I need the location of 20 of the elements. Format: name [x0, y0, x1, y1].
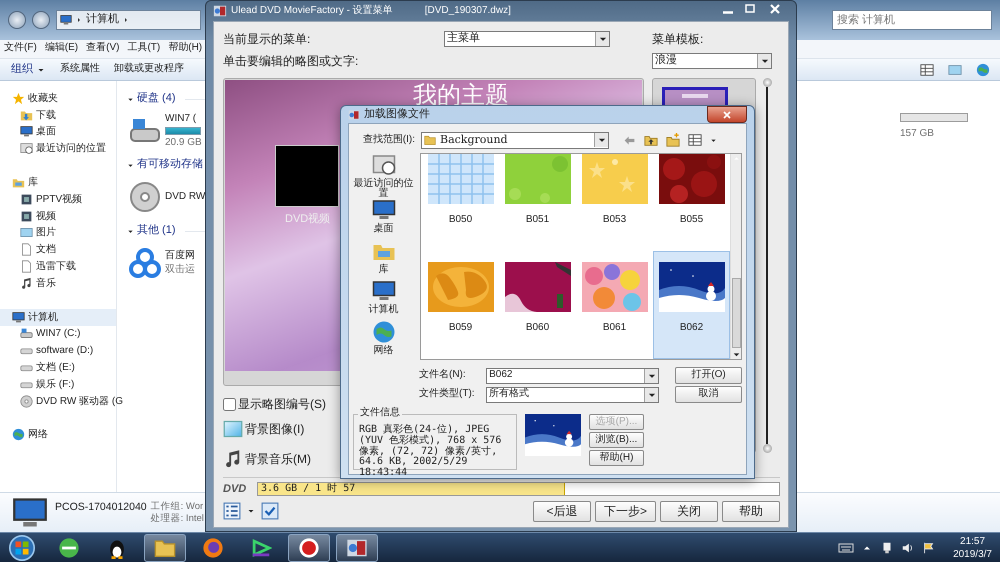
workgroup-text: 工作组: Wor — [150, 500, 204, 512]
processor-text: 处理器: Intel — [150, 512, 204, 524]
file-name: [DVD_190307.dwz] — [424, 4, 511, 18]
group-header: 其他 (1) — [137, 224, 176, 238]
window-title: Ulead DVD MovieFactory - 设置菜单 — [231, 4, 393, 18]
field-label: 文件类型(T): — [419, 388, 476, 401]
drive-size: 157 GB — [900, 128, 935, 140]
field-label: 当前显示的菜单: — [223, 32, 310, 46]
disc-label: DVD — [223, 482, 248, 496]
group-label: 文件信息 — [358, 408, 402, 419]
file-info-text: RGB 真彩色(24-位), JPEG (YUV 色彩模式), 768 x 576 像素, (72, 72) 像素/英寸, 64.6 KB, 2002/5/29 18:43:44 — [359, 424, 502, 478]
dialog-title: 加载图像文件 — [364, 108, 430, 122]
field-label: 菜单模板: — [652, 32, 704, 46]
field-label: 文件名(N): — [419, 369, 467, 382]
disc-usage-fill: 3.6 GB / 1 时 57 — [258, 482, 566, 494]
field-label: 查找范围(I): — [362, 134, 415, 146]
group-header: 有可移动存储 — [137, 158, 203, 172]
group-header: 硬盘 (4) — [137, 92, 176, 106]
field-label: 单击要编辑的略图或文字: — [223, 54, 358, 68]
computer-name: PCOS-1704012040 — [55, 500, 147, 515]
